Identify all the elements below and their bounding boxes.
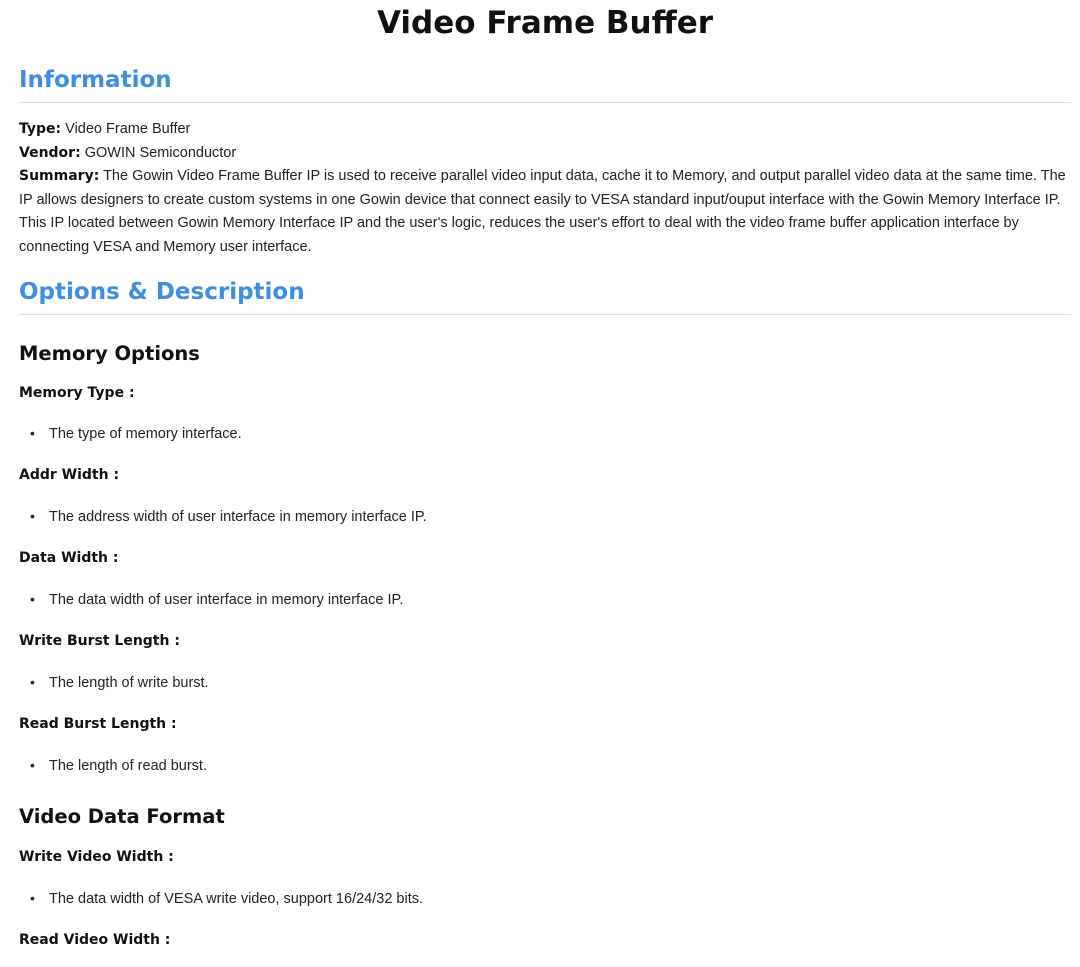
vendor-line: Vendor: GOWIN Semiconductor xyxy=(19,142,1071,166)
write-video-width-label: Write Video Width : xyxy=(19,849,174,865)
read-burst-length-desc: The length of read burst. xyxy=(30,755,1071,776)
options-heading: Options & Description xyxy=(19,277,1071,315)
memory-type-desc-list: The type of memory interface. xyxy=(19,423,1071,444)
write-video-width-desc: The data width of VESA write video, supp… xyxy=(30,888,1071,909)
summary-value: The Gowin Video Frame Buffer IP is used … xyxy=(19,168,1066,255)
type-label: Type: xyxy=(19,121,62,137)
data-width-desc: The data width of user interface in memo… xyxy=(30,589,1071,610)
page-title: Video Frame Buffer xyxy=(376,5,714,41)
write-burst-length-desc: The length of write burst. xyxy=(30,672,1071,693)
write-video-width-desc-list: The data width of VESA write video, supp… xyxy=(19,888,1071,909)
vendor-value: GOWIN Semiconductor xyxy=(80,144,237,161)
addr-width-desc: The address width of user interface in m… xyxy=(30,506,1071,527)
write-burst-length-label: Write Burst Length : xyxy=(19,633,180,649)
addr-width-desc-list: The address width of user interface in m… xyxy=(19,506,1071,527)
read-burst-length-desc-list: The length of read burst. xyxy=(19,755,1071,776)
read-video-width-label: Read Video Width : xyxy=(19,932,171,948)
information-heading: Information xyxy=(19,65,1071,103)
data-width-label: Data Width : xyxy=(19,550,119,566)
information-block: Type: Video Frame Buffer Vendor: GOWIN S… xyxy=(19,118,1071,259)
summary-line: Summary: The Gowin Video Frame Buffer IP… xyxy=(19,165,1071,259)
memory-type-label: Memory Type : xyxy=(19,385,135,401)
memory-type-desc: The type of memory interface. xyxy=(30,423,1071,444)
video-data-format-heading: Video Data Format xyxy=(19,805,225,828)
document-page: Video Frame Buffer Information Type: Vid… xyxy=(19,0,1071,950)
vendor-label: Vendor: xyxy=(19,144,81,161)
type-value: Video Frame Buffer xyxy=(61,121,191,137)
addr-width-label: Addr Width : xyxy=(19,467,120,483)
data-width-desc-list: The data width of user interface in memo… xyxy=(19,589,1071,610)
memory-options-heading: Memory Options xyxy=(19,342,200,365)
read-burst-length-label: Read Burst Length : xyxy=(19,716,177,732)
write-burst-length-desc-list: The length of write burst. xyxy=(19,672,1071,693)
type-line: Type: Video Frame Buffer xyxy=(19,118,1071,142)
summary-label: Summary: xyxy=(19,168,100,184)
